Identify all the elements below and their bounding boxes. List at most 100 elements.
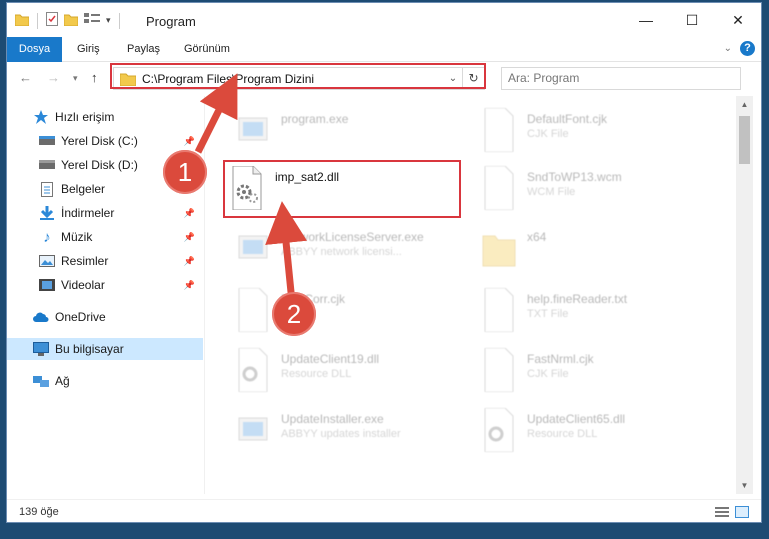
sidebar-item-quick-access[interactable]: Hızlı erişim: [7, 106, 203, 128]
list-item[interactable]: SndToWP13.wcm WCM File: [481, 164, 711, 220]
file-icon: [238, 288, 268, 332]
window-controls: — ☐ ✕: [623, 3, 761, 37]
file-name: UpdateClient19.dll: [281, 352, 380, 366]
sidebar-item-downloads[interactable]: İndirmeler 📌: [7, 202, 203, 224]
file-type: CJK File: [527, 368, 569, 380]
file-name: UpdateClient65.dll: [527, 412, 626, 426]
search-input[interactable]: Ara: Program: [501, 67, 741, 90]
sidebar-item-music[interactable]: ♪ Müzik 📌: [7, 226, 203, 248]
network-icon: [33, 373, 49, 389]
pictures-icon: [39, 253, 55, 269]
file-name: help.fineReader.txt: [527, 292, 628, 306]
expand-ribbon-icon[interactable]: ⌄: [724, 43, 732, 54]
star-icon: [33, 109, 49, 125]
ribbon-right: ⌄ ?: [724, 41, 755, 56]
scroll-down-icon[interactable]: ▼: [736, 481, 753, 490]
pin-icon[interactable]: 📌: [184, 232, 195, 243]
sidebar-item-onedrive[interactable]: OneDrive: [7, 306, 203, 328]
exe-icon: [238, 417, 268, 441]
file-type: ABBYY network licensi...: [281, 246, 402, 258]
tab-view[interactable]: Görünüm: [184, 37, 230, 62]
up-arrow-icon[interactable]: ↑: [91, 70, 98, 85]
list-item[interactable]: UpdateClient65.dll Resource DLL: [481, 406, 711, 462]
file-name: DefaultFont.cjk: [527, 112, 608, 126]
file-name: program.exe: [281, 112, 349, 126]
quick-access-toolbar: ▾: [14, 12, 122, 29]
sidebar-item-videos[interactable]: Videolar 📌: [7, 274, 203, 296]
item-count: 139 öğe: [19, 506, 59, 518]
back-arrow-icon[interactable]: ←: [19, 70, 32, 85]
scroll-up-icon[interactable]: ▲: [736, 100, 753, 109]
file-type: WCM File: [527, 186, 576, 198]
list-item[interactable]: help.fineReader.txt TXT File: [481, 286, 711, 342]
minimize-button[interactable]: —: [623, 3, 669, 37]
close-button[interactable]: ✕: [715, 3, 761, 37]
recent-locations-icon[interactable]: ▾: [73, 73, 78, 84]
file-name: NetworkLicenseServer.exe: [281, 230, 424, 244]
sidebar-item-label: Ağ: [55, 374, 70, 388]
list-item[interactable]: FastNrml.cjk CJK File: [481, 346, 711, 402]
sidebar-item-this-pc[interactable]: Bu bilgisayar: [7, 338, 203, 360]
file-type: TXT File: [527, 308, 569, 320]
file-icon: [484, 348, 514, 392]
video-icon: [39, 277, 55, 293]
sidebar-item-label: Yerel Disk (D:): [61, 158, 138, 172]
music-icon: ♪: [43, 228, 51, 246]
sidebar-item-label: Belgeler: [61, 182, 106, 196]
sidebar-item-local-disk-c[interactable]: Yerel Disk (C:) 📌: [7, 130, 203, 152]
computer-icon: [33, 341, 49, 357]
sidebar-item-pictures[interactable]: Resimler 📌: [7, 250, 203, 272]
file-icon: [484, 288, 514, 332]
list-item[interactable]: program.exe: [235, 106, 465, 162]
scroll-thumb[interactable]: [739, 116, 750, 164]
maximize-button[interactable]: ☐: [669, 3, 715, 37]
file-highlight-box: [223, 160, 461, 218]
tab-file[interactable]: Dosya: [7, 37, 62, 62]
list-item[interactable]: DefaultFont.cjk CJK File: [481, 106, 711, 162]
dll-gear-icon: [238, 348, 268, 392]
list-item[interactable]: FineCorr.cjk: [235, 286, 465, 342]
list-item[interactable]: NetworkLicenseServer.exe ABBYY network li…: [235, 224, 465, 280]
sidebar-item-label: OneDrive: [55, 310, 106, 324]
sidebar-item-label: Resimler: [61, 254, 109, 268]
pin-icon[interactable]: 📌: [184, 280, 195, 291]
sidebar-item-label: İndirmeler: [61, 206, 115, 220]
details-view-icon[interactable]: [715, 506, 729, 521]
tab-home[interactable]: Giriş: [77, 37, 100, 62]
new-folder-icon[interactable]: [63, 13, 79, 29]
drive-icon: [39, 157, 55, 173]
step-badge-1: 1: [163, 150, 207, 194]
pin-icon[interactable]: 📌: [184, 136, 195, 147]
sidebar-item-label: Hızlı erişim: [55, 110, 115, 124]
download-icon: [39, 205, 55, 221]
forward-arrow-icon[interactable]: →: [47, 70, 60, 85]
chevron-down-icon[interactable]: ▾: [106, 15, 111, 26]
pin-icon[interactable]: 📌: [184, 208, 195, 219]
pin-icon[interactable]: 📌: [184, 256, 195, 267]
ribbon-tabs: Dosya Giriş Paylaş Görünüm ⌄ ?: [7, 37, 761, 62]
cloud-icon: [33, 309, 49, 325]
exe-icon: [238, 235, 268, 259]
folder-icon[interactable]: [14, 13, 30, 29]
exe-icon: [238, 117, 268, 141]
status-bar: 139 öğe: [7, 499, 761, 522]
tab-share[interactable]: Paylaş: [127, 37, 160, 62]
drive-icon: [39, 133, 55, 149]
list-item[interactable]: UpdateClient19.dll Resource DLL: [235, 346, 465, 402]
file-type: Resource DLL: [527, 428, 598, 440]
sidebar-item-network[interactable]: Ağ: [7, 370, 203, 392]
view-icon[interactable]: [84, 13, 100, 28]
sidebar-item-label: Bu bilgisayar: [55, 342, 124, 356]
sidebar-item-label: Yerel Disk (C:): [61, 134, 138, 148]
file-name: UpdateInstaller.exe: [281, 412, 384, 426]
list-item[interactable]: x64: [481, 224, 711, 280]
sidebar-item-label: Videolar: [61, 278, 105, 292]
vertical-scrollbar[interactable]: ▲ ▼: [736, 96, 753, 494]
toolbar-separator: [118, 12, 120, 29]
list-item[interactable]: UpdateInstaller.exe ABBYY updates install…: [235, 406, 465, 462]
sidebar-item-label: Müzik: [61, 230, 93, 244]
large-icons-view-icon[interactable]: [735, 506, 749, 521]
help-icon[interactable]: ?: [740, 41, 755, 56]
properties-icon[interactable]: [46, 12, 58, 29]
window-title: Program: [146, 14, 196, 29]
